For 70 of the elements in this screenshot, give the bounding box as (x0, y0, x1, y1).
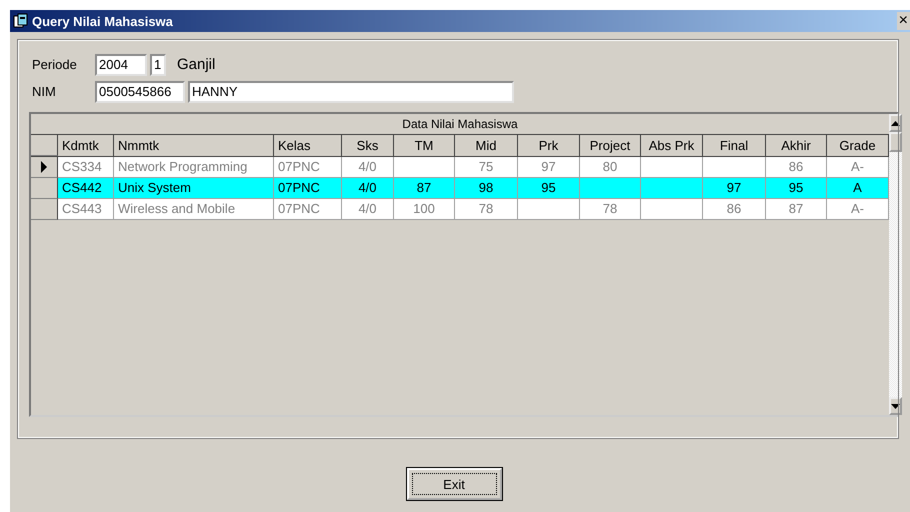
field-label: NIM (31, 84, 57, 99)
column-header[interactable]: Prk (518, 135, 580, 156)
scroll-down-button[interactable] (889, 397, 902, 415)
up-arrow-icon (891, 120, 900, 126)
table-cell: 78 (455, 199, 518, 220)
grid-caption: Data Nilai Mahasiswa (31, 114, 889, 135)
table-cell: 87 (394, 178, 455, 199)
column-header[interactable]: Nmmtk (114, 135, 274, 156)
row-selector[interactable] (31, 157, 58, 178)
scroll-up-button[interactable] (889, 114, 902, 132)
vertical-scrollbar[interactable] (889, 114, 902, 415)
column-header[interactable]: Final (703, 135, 766, 156)
table-cell: 97 (703, 178, 766, 199)
column-header[interactable]: Akhir (766, 135, 827, 156)
table-cell: 80 (580, 157, 641, 178)
table-cell (641, 199, 703, 220)
table-cell: CS443 (58, 199, 114, 220)
nim-field[interactable]: 0500545866 (95, 80, 185, 102)
year-field[interactable]: 2004 (95, 54, 147, 76)
table-cell: Network Programming (114, 157, 274, 178)
name-field[interactable]: HANNY (188, 80, 514, 102)
table-cell: CS442 (58, 178, 114, 199)
table-cell (580, 178, 641, 199)
table-cell: 97 (518, 157, 580, 178)
scroll-thumb[interactable] (889, 132, 902, 152)
table-cell: 07PNC (274, 199, 342, 220)
field-label: Periode (31, 57, 78, 72)
table-cell (641, 157, 703, 178)
column-header[interactable]: Sks (342, 135, 394, 156)
current-row-icon (40, 161, 48, 173)
table-cell: 95 (766, 178, 827, 199)
table-cell: 78 (580, 199, 641, 220)
table-cell: Unix System (114, 178, 274, 199)
table-cell: 4/0 (342, 178, 394, 199)
table-cell: 86 (703, 199, 766, 220)
exit-button[interactable]: Exit (406, 468, 502, 500)
table-cell: 86 (766, 157, 827, 178)
app-icon (13, 13, 29, 29)
semester-name: Ganjil (177, 56, 216, 73)
semester-field[interactable]: 1 (150, 54, 166, 76)
table-cell: CS334 (58, 157, 114, 178)
column-header[interactable]: Project (580, 135, 641, 156)
close-button[interactable]: × (896, 12, 910, 30)
table-cell (703, 157, 766, 178)
table-cell (641, 178, 703, 199)
table-cell: 4/0 (342, 157, 394, 178)
table-cell: 98 (455, 178, 518, 199)
row-selector[interactable] (31, 178, 58, 199)
table-cell: Wireless and Mobile (114, 199, 274, 220)
column-header[interactable]: Kelas (274, 135, 342, 156)
table-cell: 07PNC (274, 178, 342, 199)
column-header[interactable]: Kdmtk (58, 135, 114, 156)
down-arrow-icon (891, 404, 900, 408)
table-cell (518, 199, 580, 220)
table-cell: 100 (394, 199, 455, 220)
column-header[interactable]: Abs Prk (641, 135, 703, 156)
window-title: Query Nilai Mahasiswa (32, 14, 173, 28)
table-cell: 87 (766, 199, 827, 220)
corner-header[interactable] (31, 135, 58, 156)
table-cell: 07PNC (274, 157, 342, 178)
table-cell: A (827, 178, 889, 199)
table-cell: 95 (518, 178, 580, 199)
table-cell: A- (827, 199, 889, 220)
table-cell: A- (827, 157, 889, 178)
column-header[interactable]: Mid (455, 135, 518, 156)
row-selector[interactable] (31, 199, 58, 220)
column-header[interactable]: TM (394, 135, 455, 156)
table-cell (394, 157, 455, 178)
table-cell: 4/0 (342, 199, 394, 220)
table-cell: 75 (455, 157, 518, 178)
